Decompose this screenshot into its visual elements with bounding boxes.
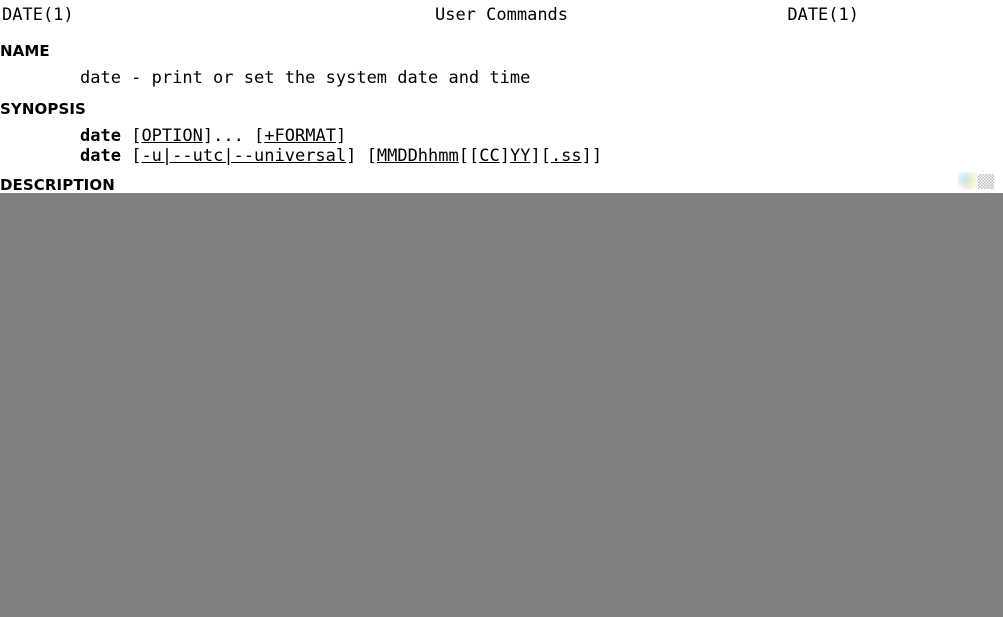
unrendered-page-overlay xyxy=(0,193,1003,617)
synopsis-line-1: date [OPTION]... [+FORMAT] xyxy=(0,126,1003,146)
section-name-body: date - print or set the system date and … xyxy=(80,68,531,88)
synopsis-utc-open: [ xyxy=(120,146,142,166)
synopsis-stamp-bracket-2: ] xyxy=(499,146,510,166)
synopsis-utc-close: ] [ xyxy=(346,146,377,166)
section-heading-description: DESCRIPTION xyxy=(0,176,115,194)
synopsis-stamp-bracket-3: ][ xyxy=(530,146,551,166)
running-header-right: DATE(1) xyxy=(787,5,859,25)
synopsis-stamp-bracket-1: [[ xyxy=(458,146,480,166)
synopsis-line-2: date [-u|--utc|--universal] [MMDDhhmm[[C… xyxy=(0,146,1003,166)
synopsis-arg-ss: .ss xyxy=(550,146,582,166)
section-heading-name: NAME xyxy=(0,42,50,60)
synopsis-format-close: ] xyxy=(335,126,347,146)
section-synopsis: SYNOPSIS date [OPTION]... [+FORMAT] date… xyxy=(0,100,1003,166)
section-heading-synopsis: SYNOPSIS xyxy=(0,100,86,118)
synopsis-arg-cc: CC xyxy=(479,146,500,166)
section-description: DESCRIPTION xyxy=(0,176,1003,194)
running-header: DATE(1) User Commands DATE(1) xyxy=(0,0,1003,30)
section-name: NAME date - print or set the system date… xyxy=(0,42,1003,88)
man-page-document: DATE(1) User Commands DATE(1) NAME date … xyxy=(0,0,1003,617)
synopsis-arg-option: OPTION xyxy=(141,126,203,146)
synopsis-arg-yy: YY xyxy=(509,146,531,166)
synopsis-option-close: ]... [ xyxy=(202,126,265,146)
synopsis-command-date-2: date xyxy=(80,146,121,166)
synopsis-option-open: [ xyxy=(120,126,142,146)
synopsis-arg-utc-flags: -u|--utc|--universal xyxy=(141,146,347,166)
synopsis-arg-format: +FORMAT xyxy=(264,126,336,146)
synopsis-stamp-close: ]] xyxy=(581,146,603,166)
synopsis-command-date: date xyxy=(80,126,121,146)
synopsis-arg-mmddhhmm: MMDDhhmm xyxy=(376,146,459,166)
